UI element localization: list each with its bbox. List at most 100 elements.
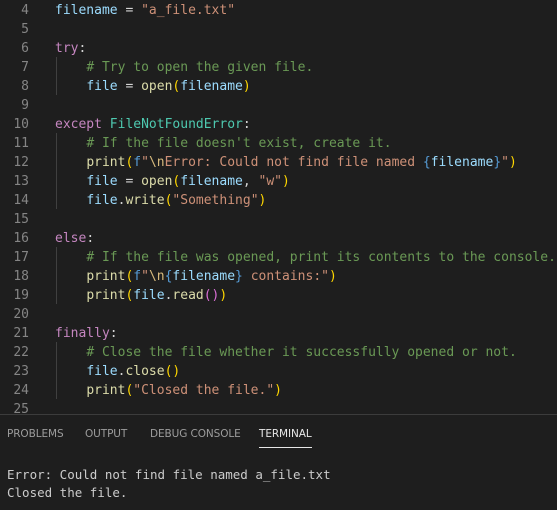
- code-token: open: [141, 79, 173, 94]
- tab-debug-console[interactable]: DEBUG CONSOLE: [150, 428, 241, 440]
- code-text: # Try to open the given file.: [55, 58, 313, 77]
- code-line: 18 print(f"\n{filename} contains:"): [0, 267, 557, 286]
- code-text: # Close the file whether it successfully…: [55, 343, 517, 362]
- code-token: close: [125, 364, 165, 379]
- line-number: 19: [13, 288, 29, 303]
- line-number: 5: [21, 22, 29, 37]
- tab-problems[interactable]: PROBLEMS: [7, 428, 64, 440]
- code-line: 7 # Try to open the given file.: [0, 58, 557, 77]
- code-token: :: [86, 231, 95, 246]
- code-token: file: [133, 288, 165, 303]
- line-number: 14: [13, 193, 29, 208]
- code-line: 23 file.close(): [0, 362, 557, 381]
- code-text: print(f"\nError: Could not find file nam…: [55, 153, 517, 172]
- code-text: print("Closed the file."): [55, 381, 282, 400]
- code-line: 16 else:: [0, 229, 557, 248]
- code-token: \n: [148, 269, 165, 284]
- line-number: 22: [13, 345, 29, 360]
- code-token: print: [86, 288, 126, 303]
- bottom-panel: PROBLEMS OUTPUT DEBUG CONSOLE TERMINAL E…: [0, 414, 557, 510]
- line-number: 10: [13, 117, 29, 132]
- line-number: 7: [21, 60, 29, 75]
- code-line: 11 # If the file doesn't exist, create i…: [0, 134, 557, 153]
- code-token: file: [86, 364, 118, 379]
- code-token: ": [141, 155, 149, 170]
- code-token: # If the file doesn't exist, create it.: [86, 136, 392, 151]
- code-text: # If the file was opened, print its cont…: [55, 248, 556, 267]
- tab-terminal[interactable]: TERMINAL: [259, 428, 312, 448]
- code-text: else:: [55, 229, 94, 248]
- code-token: print: [86, 269, 126, 284]
- code-token: (): [164, 364, 181, 379]
- code-text: # If the file doesn't exist, create it.: [55, 134, 392, 153]
- code-line: 17 # If the file was opened, print its c…: [0, 248, 557, 267]
- code-token: ): [328, 269, 337, 284]
- line-number: 8: [21, 79, 29, 94]
- code-token: filename: [55, 3, 118, 18]
- code-token: print: [86, 383, 126, 398]
- code-token: ": [501, 155, 509, 170]
- code-token: }: [493, 155, 502, 170]
- code-editor[interactable]: 4 filename = "a_file.txt" 5 6 try: 7 # Try to…: [0, 0, 557, 414]
- code-token: FileNotFoundError: [109, 117, 243, 132]
- code-text: filename = "a_file.txt": [55, 1, 235, 20]
- code-token: ): [508, 155, 517, 170]
- code-line: 5: [0, 20, 557, 39]
- line-number: 21: [13, 326, 29, 341]
- code-token: ): [219, 288, 228, 303]
- line-number: 11: [13, 136, 29, 151]
- line-number: 17: [13, 250, 29, 265]
- code-token: =: [117, 174, 142, 189]
- code-token: ): [274, 383, 282, 398]
- code-token: except: [55, 117, 102, 132]
- code-token: f: [133, 269, 142, 284]
- line-number: 6: [21, 41, 29, 56]
- code-token: # If the file was opened, print its cont…: [86, 250, 556, 265]
- line-number: 25: [13, 402, 29, 414]
- code-token: (): [203, 288, 220, 303]
- code-line: 9: [0, 96, 557, 115]
- code-text: print(file.read()): [55, 286, 227, 305]
- code-token: contains:": [242, 269, 329, 284]
- line-number: 16: [13, 231, 29, 246]
- code-line: 4 filename = "a_file.txt": [0, 1, 557, 20]
- code-token: }: [235, 269, 243, 284]
- code-token: :: [242, 117, 251, 132]
- code-token: ": [141, 269, 149, 284]
- code-token: "a_file.txt": [141, 3, 236, 18]
- code-text: file.write("Something"): [55, 191, 266, 210]
- code-token: ): [258, 193, 267, 208]
- code-token: finally: [55, 326, 110, 341]
- tab-output[interactable]: OUTPUT: [85, 428, 127, 440]
- code-token: "w": [258, 174, 283, 189]
- code-text: file.close(): [55, 362, 180, 381]
- code-line: 12 print(f"\nError: Could not find file …: [0, 153, 557, 172]
- line-number: 12: [13, 155, 29, 170]
- code-token: "Something": [172, 193, 259, 208]
- line-number: 18: [13, 269, 29, 284]
- line-number: 9: [21, 98, 29, 113]
- code-token: file: [86, 174, 118, 189]
- code-text: file = open(filename, "w"): [55, 172, 290, 191]
- code-text: except FileNotFoundError:: [55, 115, 251, 134]
- terminal-line: Error: Could not find file named a_file.…: [7, 467, 331, 482]
- code-line: 21 finally:: [0, 324, 557, 343]
- code-line: 22 # Close the file whether it successfu…: [0, 343, 557, 362]
- code-token: =: [117, 79, 142, 94]
- code-token: open: [141, 174, 173, 189]
- code-token: # Close the file whether it successfully…: [86, 345, 517, 360]
- code-token: else: [55, 231, 87, 246]
- code-token: write: [125, 193, 165, 208]
- code-token: :: [78, 41, 87, 56]
- code-line: 14 file.write("Something"): [0, 191, 557, 210]
